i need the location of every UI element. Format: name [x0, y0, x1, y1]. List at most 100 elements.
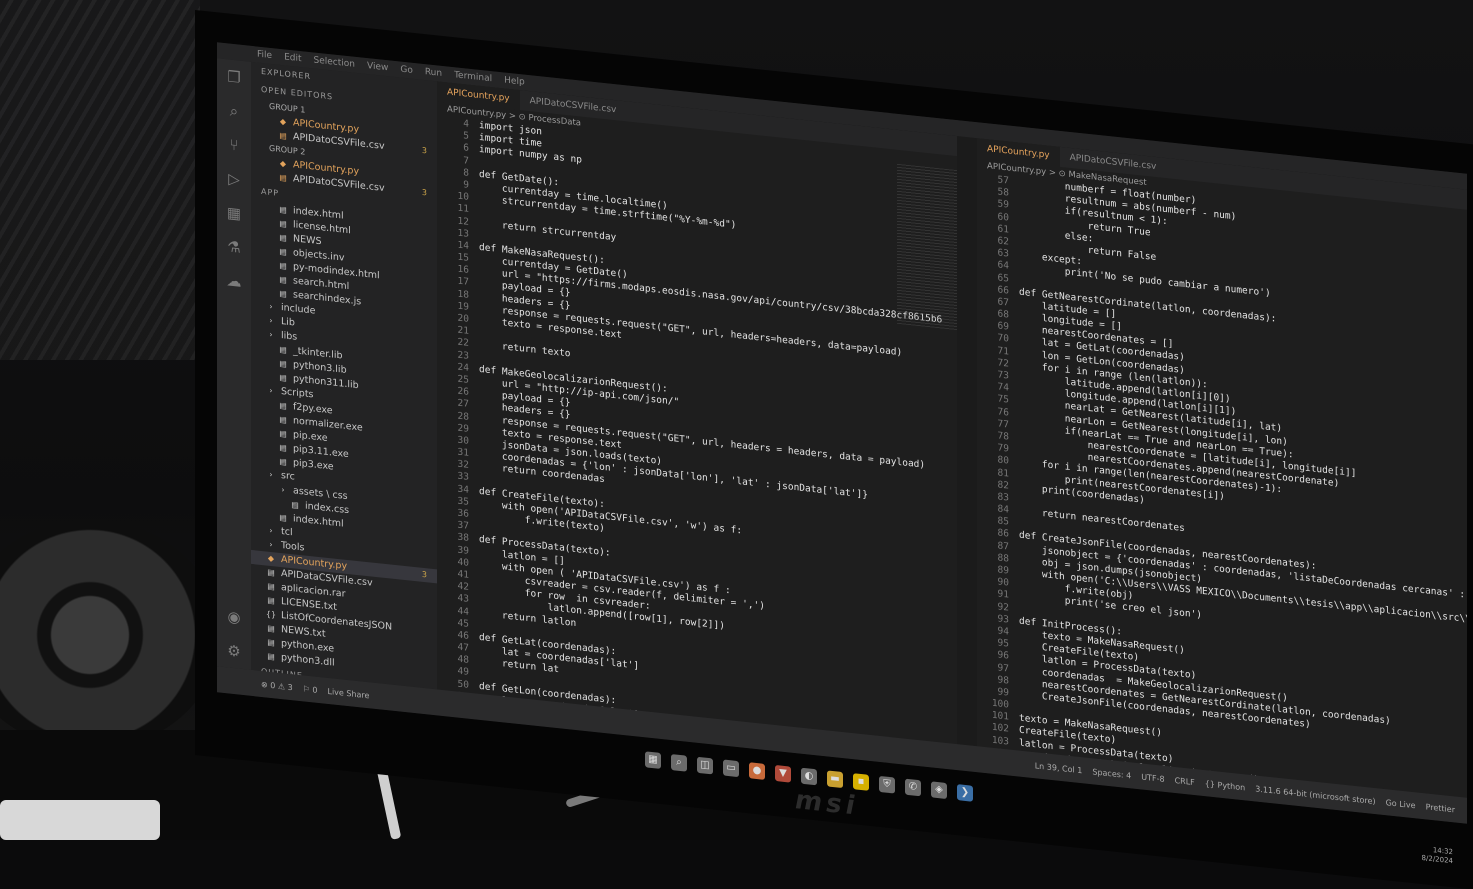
- folder-icon: ›: [281, 485, 285, 495]
- folder-icon[interactable]: ▬: [827, 770, 843, 789]
- widgets-icon[interactable]: ◫: [697, 756, 713, 775]
- menu-item-help[interactable]: Help: [504, 75, 525, 87]
- menu-item-selection[interactable]: Selection: [314, 55, 355, 69]
- testing-icon[interactable]: ⚗: [217, 228, 251, 266]
- source-control-icon[interactable]: ⑂: [217, 126, 251, 164]
- system-tray[interactable]: 14:32 8/2/2024: [1422, 845, 1453, 866]
- search-icon[interactable]: ⌕: [217, 92, 251, 130]
- edge-icon[interactable]: ◐: [801, 767, 817, 786]
- status-item[interactable]: {} Python: [1205, 779, 1245, 792]
- file-icon: ▤: [279, 274, 287, 285]
- start-icon[interactable]: ▦: [645, 751, 661, 769]
- vscode-icon[interactable]: ❯: [957, 784, 973, 802]
- tree-item-label: Scripts: [281, 386, 314, 401]
- vscode-window: File Edit Selection View Go Run Terminal Help ❐…: [217, 42, 1467, 824]
- run-debug-icon[interactable]: ▷: [217, 160, 251, 198]
- explorer-sidebar: EXPLORER OPEN EDITORS GROUP 1 ◆ APICountr…: [251, 61, 437, 699]
- menu-item-run[interactable]: Run: [425, 67, 442, 79]
- code-area[interactable]: 57 numberf = float(number) 58 resultnum =…: [977, 172, 1467, 798]
- brave-icon[interactable]: ▼: [775, 764, 791, 783]
- problem-count-badge: 3: [421, 145, 427, 156]
- python-icon: ◆: [279, 116, 287, 127]
- search-icon[interactable]: ⌕: [671, 754, 687, 772]
- menu-item-terminal[interactable]: Terminal: [454, 70, 492, 84]
- status-item[interactable]: Spaces: 4: [1092, 767, 1131, 780]
- folder-icon: ›: [269, 315, 273, 326]
- file-icon: ▤: [279, 260, 287, 271]
- github-desktop-icon[interactable]: ◈: [931, 781, 947, 800]
- problem-count-badge: 3: [421, 569, 427, 580]
- striped-wall: [0, 0, 200, 360]
- problem-count-badge: 3: [421, 187, 427, 198]
- file-icon: ▤: [267, 623, 275, 634]
- file-icon: ▤: [279, 428, 287, 439]
- live-share-button[interactable]: Live Share: [328, 686, 370, 699]
- python-icon: ◆: [267, 553, 275, 564]
- plant-pot: [0, 800, 160, 840]
- task-view-icon[interactable]: ▭: [723, 759, 739, 778]
- tree-item-label: tcl: [281, 526, 293, 539]
- monitor: File Edit Selection View Go Run Terminal Help ❐…: [195, 10, 1473, 889]
- menu-item-view[interactable]: View: [367, 61, 388, 73]
- defender-icon[interactable]: ⛨: [879, 775, 895, 794]
- errors-warnings[interactable]: ⊗ 0 ⚠ 3: [261, 679, 293, 691]
- file-icon: ▤: [279, 172, 287, 183]
- ports-indicator[interactable]: ⚐ 0: [303, 684, 318, 695]
- editor-divider[interactable]: [957, 136, 977, 747]
- tree-item-label: NEWS: [293, 233, 322, 248]
- file-icon: ▤: [279, 400, 287, 411]
- account-icon[interactable]: ◉: [217, 598, 251, 636]
- minimap[interactable]: [897, 163, 957, 331]
- menu-item-go[interactable]: Go: [400, 65, 412, 76]
- remote-icon[interactable]: ☁: [217, 262, 251, 300]
- sticky-notes-icon[interactable]: ▪: [853, 773, 869, 791]
- file-icon: ▤: [267, 595, 275, 606]
- tree-item-label: Lib: [281, 316, 295, 329]
- file-icon: ▤: [279, 344, 287, 355]
- tree-item-label: libs: [281, 330, 298, 343]
- file-icon: ▤: [279, 204, 287, 215]
- file-icon: ▤: [279, 232, 287, 243]
- whatsapp-icon[interactable]: ✆: [905, 778, 921, 797]
- status-item[interactable]: Prettier: [1426, 802, 1455, 814]
- status-item[interactable]: UTF-8: [1141, 772, 1164, 783]
- status-item[interactable]: Go Live: [1386, 798, 1416, 810]
- file-icon: ▤: [279, 218, 287, 229]
- tree-item-label: pip.exe: [293, 429, 328, 444]
- extensions-icon[interactable]: ▦: [217, 194, 251, 232]
- file-icon: ▤: [267, 637, 275, 648]
- status-item[interactable]: CRLF: [1175, 775, 1195, 786]
- editor-group-1: APICountry.py APIDatoCSVFile.csv APICount…: [437, 81, 957, 745]
- tree-item-label: include: [281, 302, 316, 317]
- activity-bar: ❐ ⌕ ⑂ ▷ ▦ ⚗ ☁ ◉ ⚙: [217, 58, 251, 670]
- tree-item-label: src: [281, 470, 295, 483]
- folder-icon: ›: [269, 539, 273, 550]
- file-icon: ▤: [279, 358, 287, 369]
- python-icon: ◆: [279, 158, 287, 169]
- gear-icon[interactable]: ⚙: [217, 632, 251, 670]
- folder-icon: ›: [269, 525, 273, 536]
- folder-icon: ›: [269, 329, 273, 340]
- file-icon: ▤: [279, 246, 287, 257]
- explorer-icon[interactable]: ❐: [217, 58, 251, 96]
- file-icon: ▤: [279, 456, 287, 467]
- json-icon: {}: [265, 609, 277, 620]
- file-tree: ▤ index.html ▤ license.html ▤ NEWS ▤ objects.in…: [251, 200, 437, 682]
- file-icon: ▤: [279, 512, 287, 523]
- editor-group-2: APICountry.py APIDatoCSVFile.csv APICount…: [977, 138, 1467, 798]
- file-icon: ▤: [279, 288, 287, 299]
- file-icon: ▤: [279, 414, 287, 425]
- tree-item-label: Tools: [281, 540, 305, 554]
- menu-item-edit[interactable]: Edit: [284, 52, 301, 64]
- file-icon: ▤: [267, 567, 275, 578]
- file-icon: ▤: [279, 442, 287, 453]
- firefox-icon[interactable]: ●: [749, 762, 765, 780]
- code-area[interactable]: 4 import json 5 import time 6 import numpy as…: [437, 115, 957, 744]
- folder-icon: ›: [269, 385, 273, 396]
- folder-icon: ›: [269, 469, 273, 480]
- status-item[interactable]: Ln 39, Col 1: [1035, 761, 1083, 775]
- file-icon: ▤: [267, 581, 275, 592]
- status-item[interactable]: 3.11.6 64-bit (microsoft store): [1255, 784, 1375, 806]
- file-icon: ▤: [279, 130, 287, 141]
- menu-item-file[interactable]: File: [257, 50, 272, 62]
